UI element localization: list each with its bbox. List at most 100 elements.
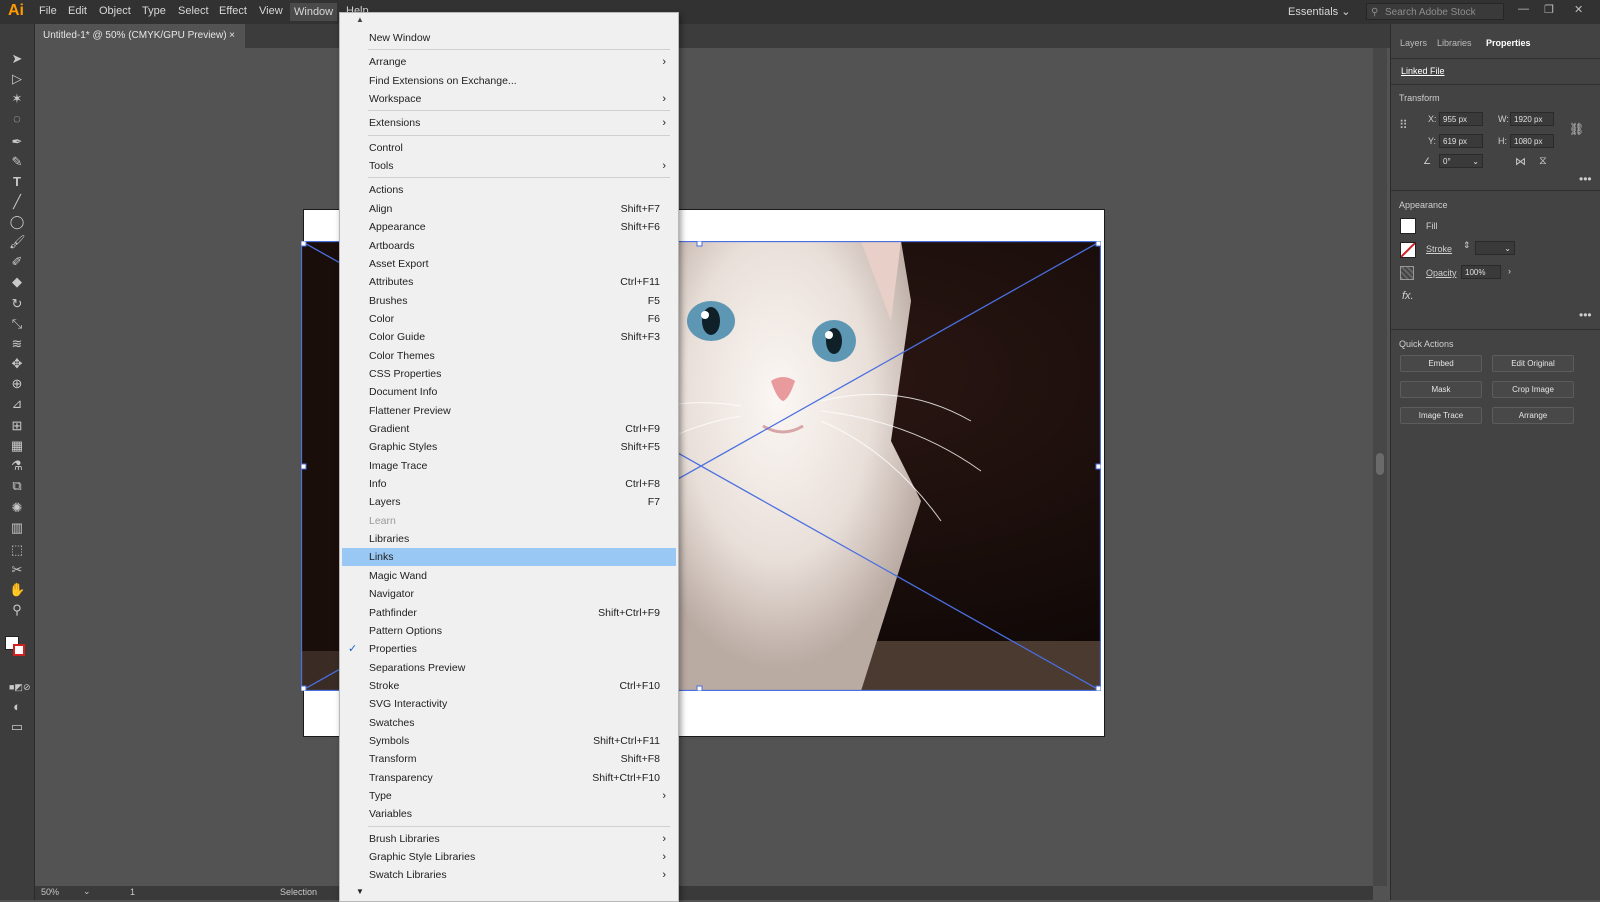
menu-object[interactable]: Object	[99, 5, 131, 17]
eyedropper-tool-icon[interactable]: ⚗	[9, 458, 25, 474]
chevron-down-icon[interactable]: ⌄	[1504, 242, 1511, 256]
ellipse-tool-icon[interactable]: ◯	[9, 214, 25, 230]
stock-search-input[interactable]: ⚲ Search Adobe Stock	[1366, 3, 1504, 20]
more-options-icon[interactable]: •••	[1579, 308, 1592, 322]
workspace-switcher[interactable]: Essentials ⌄	[1288, 5, 1350, 18]
free-transform-tool-icon[interactable]: ✥	[9, 356, 25, 372]
chevron-down-icon[interactable]: ⌄	[1472, 155, 1479, 169]
direct-selection-tool-icon[interactable]: ▷	[9, 71, 25, 87]
symbol-sprayer-tool-icon[interactable]: ✺	[9, 500, 25, 516]
pen-tool-icon[interactable]: ✒	[9, 134, 25, 150]
scale-tool-icon[interactable]: ⤡	[9, 316, 25, 332]
menu-item-transform[interactable]: Transform Shift+F8	[342, 750, 676, 768]
menu-item-attributes[interactable]: Attributes Ctrl+F11	[342, 273, 676, 291]
selection-tool-icon[interactable]: ➤	[9, 51, 25, 67]
menu-view[interactable]: View	[259, 5, 283, 17]
paintbrush-tool-icon[interactable]: 🖌	[9, 234, 26, 250]
column-graph-tool-icon[interactable]: ▥	[9, 520, 25, 536]
menu-item-flattener-preview[interactable]: Flattener Preview	[342, 402, 676, 420]
eraser-tool-icon[interactable]: ◆	[9, 274, 25, 290]
menu-item-appearance[interactable]: Appearance Shift+F6	[342, 218, 676, 236]
embed-button[interactable]: Embed	[1400, 355, 1482, 372]
menu-item-css-properties[interactable]: CSS Properties	[342, 365, 676, 383]
menu-item-layers[interactable]: Layers F7	[342, 493, 676, 511]
draw-mode-icon[interactable]: ◐	[9, 699, 25, 715]
curvature-tool-icon[interactable]: ✎	[9, 154, 25, 170]
reference-point-icon[interactable]: ⠿	[1399, 118, 1408, 132]
menu-item-artboards[interactable]: Artboards	[342, 237, 676, 255]
x-field[interactable]: 955 px	[1439, 112, 1483, 126]
menu-item-arrange[interactable]: Arrange ›	[342, 53, 676, 71]
color-mode-icons[interactable]: ■◩⊘	[9, 679, 30, 695]
angle-field[interactable]: 0° ⌄	[1439, 154, 1483, 168]
menu-item-libraries[interactable]: Libraries	[342, 530, 676, 548]
menu-item-pattern-options[interactable]: Pattern Options	[342, 622, 676, 640]
menu-item-info[interactable]: Info Ctrl+F8	[342, 475, 676, 493]
menu-window[interactable]: Window	[290, 3, 338, 21]
tab-layers[interactable]: Layers	[1400, 38, 1427, 48]
constrain-proportions-icon[interactable]: ⛓	[1569, 122, 1584, 136]
menu-effect[interactable]: Effect	[219, 5, 247, 17]
menu-item-brushes[interactable]: Brushes F5	[342, 292, 676, 310]
menu-item-find-extensions-on-exchange[interactable]: Find Extensions on Exchange...	[342, 72, 676, 90]
menu-item-magic-wand[interactable]: Magic Wand	[342, 567, 676, 585]
y-field[interactable]: 619 px	[1439, 134, 1483, 148]
menu-select[interactable]: Select	[178, 5, 209, 17]
menu-item-navigator[interactable]: Navigator	[342, 585, 676, 603]
menu-item-stroke[interactable]: Stroke Ctrl+F10	[342, 677, 676, 695]
menu-item-color-guide[interactable]: Color Guide Shift+F3	[342, 328, 676, 346]
menu-item-links[interactable]: Links	[342, 548, 676, 567]
artboard-tool-icon[interactable]: ⬚	[9, 542, 25, 558]
menu-item-control[interactable]: Control	[342, 139, 676, 157]
menu-item-properties[interactable]: ✓ Properties	[342, 640, 676, 658]
minimize-icon[interactable]: —	[1518, 3, 1529, 15]
magic-wand-tool-icon[interactable]: ✶	[9, 91, 25, 107]
fill-color-swatch[interactable]	[1400, 218, 1416, 234]
gradient-tool-icon[interactable]: ▦	[9, 438, 25, 454]
menu-item-extensions[interactable]: Extensions ›	[342, 114, 676, 132]
fx-icon[interactable]: fx.	[1402, 290, 1414, 302]
mask-button[interactable]: Mask	[1400, 381, 1482, 398]
hand-tool-icon[interactable]: ✋	[9, 582, 25, 598]
stroke-label[interactable]: Stroke	[1426, 244, 1452, 254]
crop-image-button[interactable]: Crop Image	[1492, 381, 1574, 398]
perspective-grid-tool-icon[interactable]: ⊿	[9, 396, 25, 412]
menu-item-workspace[interactable]: Workspace ›	[342, 90, 676, 108]
opacity-label[interactable]: Opacity	[1426, 268, 1457, 278]
image-trace-button[interactable]: Image Trace	[1400, 407, 1482, 424]
menu-item-asset-export[interactable]: Asset Export	[342, 255, 676, 273]
vertical-scrollbar[interactable]	[1373, 48, 1387, 886]
menu-item-variables[interactable]: Variables	[342, 805, 676, 823]
menu-edit[interactable]: Edit	[68, 5, 87, 17]
menu-item-color-themes[interactable]: Color Themes	[342, 347, 676, 365]
scrollbar-thumb[interactable]	[1376, 453, 1384, 475]
lasso-tool-icon[interactable]: ◌	[9, 111, 25, 127]
flip-vertical-icon[interactable]: ⧖	[1539, 155, 1547, 168]
arrange-button[interactable]: Arrange	[1492, 407, 1574, 424]
more-options-icon[interactable]: •••	[1579, 172, 1592, 186]
menu-item-swatches[interactable]: Swatches	[342, 714, 676, 732]
menu-item-document-info[interactable]: Document Info	[342, 383, 676, 401]
menu-item-gradient[interactable]: Gradient Ctrl+F9	[342, 420, 676, 438]
tab-libraries[interactable]: Libraries	[1437, 38, 1472, 48]
close-icon[interactable]: ✕	[1574, 3, 1583, 16]
stroke-none-swatch[interactable]	[1400, 242, 1416, 258]
menu-type[interactable]: Type	[142, 5, 166, 17]
line-tool-icon[interactable]: ╱	[9, 194, 25, 210]
zoom-level[interactable]: 50%	[41, 887, 59, 897]
type-tool-icon[interactable]: T	[9, 174, 25, 190]
document-tab[interactable]: Untitled-1* @ 50% (CMYK/GPU Preview) ×	[35, 24, 245, 48]
stroke-swatch[interactable]	[13, 644, 25, 656]
scroll-down-arrow-icon[interactable]: ▼	[356, 887, 364, 896]
menu-item-symbols[interactable]: Symbols Shift+Ctrl+F11	[342, 732, 676, 750]
menu-item-graphic-style-libraries[interactable]: Graphic Style Libraries ›	[342, 848, 676, 866]
shaper-tool-icon[interactable]: ✐	[9, 254, 25, 270]
mesh-tool-icon[interactable]: ⊞	[9, 418, 25, 434]
menu-item-svg-interactivity[interactable]: SVG Interactivity	[342, 695, 676, 713]
menu-item-align[interactable]: Align Shift+F7	[342, 200, 676, 218]
menu-item-transparency[interactable]: Transparency Shift+Ctrl+F10	[342, 769, 676, 787]
menu-item-brush-libraries[interactable]: Brush Libraries ›	[342, 830, 676, 848]
menu-item-separations-preview[interactable]: Separations Preview	[342, 659, 676, 677]
opacity-field[interactable]: 100%	[1461, 265, 1501, 279]
edit-original-button[interactable]: Edit Original	[1492, 355, 1574, 372]
